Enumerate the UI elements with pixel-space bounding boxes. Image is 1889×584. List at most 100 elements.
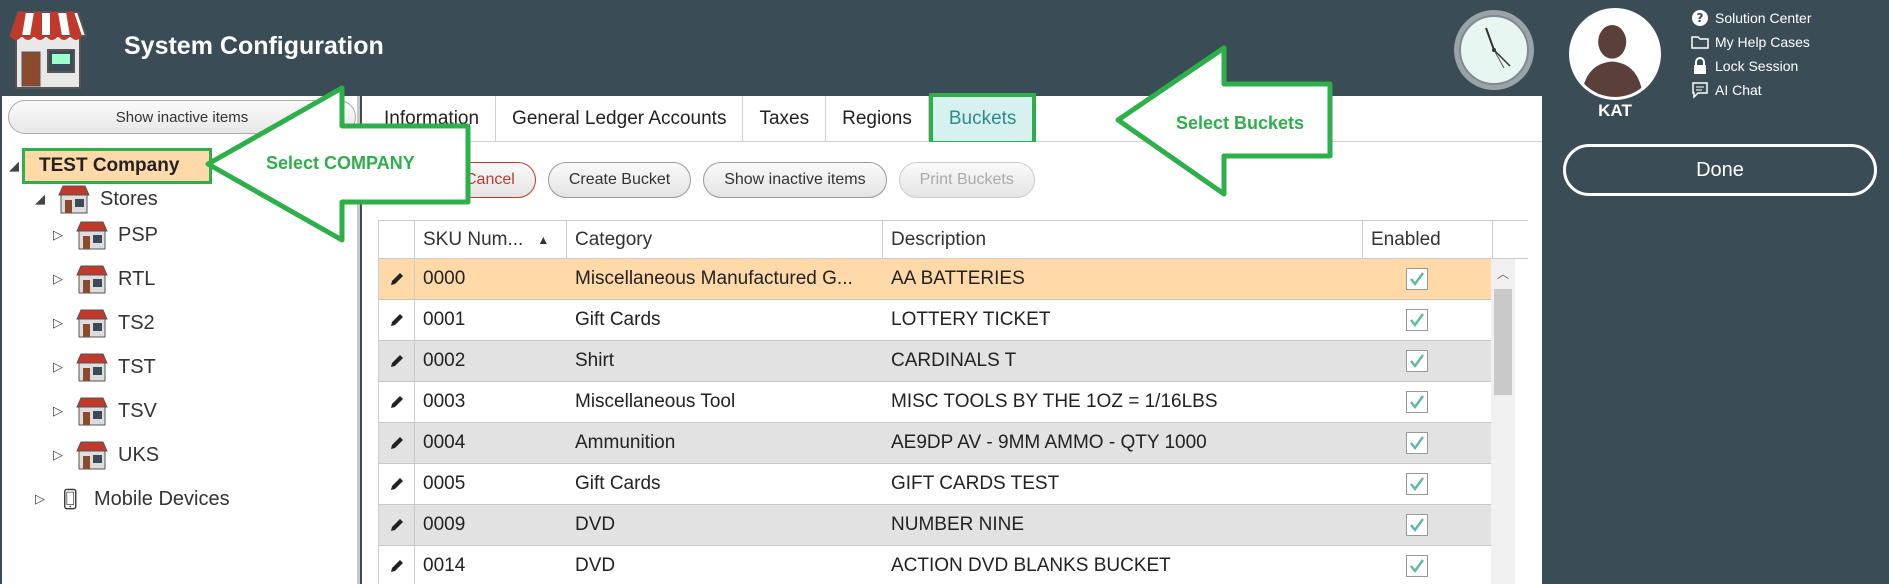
cell-sku: 0014 xyxy=(423,555,466,576)
scroll-thumb[interactable] xyxy=(1494,289,1512,395)
tree-item-company[interactable]: TEST Company xyxy=(22,148,212,184)
table-row[interactable]: 0009 DVD NUMBER NINE xyxy=(379,505,1491,546)
cell-enabled xyxy=(1363,259,1491,299)
table-row[interactable]: 0001 Gift Cards LOTTERY TICKET xyxy=(379,300,1491,341)
tree-item-label: RTL xyxy=(118,267,156,290)
done-button[interactable]: Done xyxy=(1563,144,1877,196)
print-buckets-button[interactable]: Print Buckets xyxy=(898,162,1035,198)
expand-icon[interactable]: ▷ xyxy=(32,491,48,507)
store-icon xyxy=(76,397,108,426)
checkmark-icon xyxy=(1410,436,1425,451)
enabled-checkbox[interactable] xyxy=(1406,391,1428,413)
tab-regions[interactable]: Regions xyxy=(826,96,929,142)
cell-description: AE9DP AV - 9MM AMMO - QTY 1000 xyxy=(891,432,1207,453)
enabled-checkbox[interactable] xyxy=(1406,555,1428,577)
edit-row-button[interactable] xyxy=(379,546,415,584)
show-inactive-items-button[interactable]: Show inactive items xyxy=(703,162,887,198)
table-row[interactable]: 0005 Gift Cards GIFT CARDS TEST xyxy=(379,464,1491,505)
enabled-checkbox[interactable] xyxy=(1406,268,1428,290)
enabled-checkbox[interactable] xyxy=(1406,309,1428,331)
tab-bar: Information General Ledger Accounts Taxe… xyxy=(362,93,1542,145)
avatar[interactable] xyxy=(1569,8,1661,100)
cell-sku: 0003 xyxy=(423,391,466,412)
tab-buckets[interactable]: Buckets xyxy=(928,93,1037,145)
cell-description: CARDINALS T xyxy=(891,350,1017,371)
link-label: Lock Session xyxy=(1715,58,1799,74)
pencil-icon xyxy=(390,478,403,490)
cell-enabled xyxy=(1363,382,1491,422)
link-label: My Help Cases xyxy=(1715,34,1810,50)
enabled-checkbox[interactable] xyxy=(1406,350,1428,372)
select-buckets-annotation: Select Buckets xyxy=(1176,113,1305,133)
pencil-icon xyxy=(390,437,403,449)
edit-row-button[interactable] xyxy=(379,341,415,381)
expand-icon[interactable]: ▷ xyxy=(50,403,66,419)
table-row[interactable]: 0002 Shirt CARDINALS T xyxy=(379,341,1491,382)
expand-icon[interactable]: ▷ xyxy=(50,271,66,287)
tab-general-ledger-accounts[interactable]: General Ledger Accounts xyxy=(496,96,744,142)
store-logo-icon xyxy=(8,11,88,89)
cell-sku: 0000 xyxy=(423,268,466,289)
table-row[interactable]: 0014 DVD ACTION DVD BLANKS BUCKET xyxy=(379,546,1491,584)
cell-category: Miscellaneous Manufactured G... xyxy=(575,268,853,289)
tab-taxes[interactable]: Taxes xyxy=(743,96,827,142)
cell-enabled xyxy=(1363,300,1491,340)
tree-item-store[interactable]: ▷ PSP xyxy=(50,216,158,254)
tree-item-store[interactable]: ▷ RTL xyxy=(50,260,155,298)
create-bucket-button[interactable]: Create Bucket xyxy=(547,162,692,198)
buckets-panel: Cancel Create Bucket Show inactive items… xyxy=(362,142,1542,584)
scroll-up-icon[interactable]: ︿ xyxy=(1497,265,1509,282)
table-row[interactable]: 0003 Miscellaneous Tool MISC TOOLS BY THE … xyxy=(379,382,1491,423)
tree-item-mobile-devices[interactable]: ▷ Mobile Devices xyxy=(32,480,230,518)
tree-item-store[interactable]: ▷ UKS xyxy=(50,436,159,474)
table-row[interactable]: 0004 Ammunition AE9DP AV - 9MM AMMO - QTY … xyxy=(379,423,1491,464)
ai-chat-link[interactable]: AI Chat xyxy=(1691,78,1812,102)
sort-ascending-icon: ▲ xyxy=(537,233,550,247)
question-icon: ? xyxy=(1692,10,1708,26)
clock-icon xyxy=(1454,10,1534,90)
cell-enabled xyxy=(1363,505,1491,545)
cell-sku: 0001 xyxy=(423,309,466,330)
column-header-category[interactable]: Category xyxy=(567,221,883,259)
tree-item-label: TSV xyxy=(118,399,157,422)
checkmark-icon xyxy=(1410,313,1425,328)
checkmark-icon xyxy=(1410,395,1425,410)
table-row[interactable]: 0000 Miscellaneous Manufactured G... AA BA… xyxy=(379,259,1491,300)
expand-icon[interactable]: ▷ xyxy=(50,315,66,331)
enabled-checkbox[interactable] xyxy=(1406,514,1428,536)
expand-icon[interactable]: ▷ xyxy=(50,359,66,375)
edit-row-button[interactable] xyxy=(379,505,415,545)
tree-item-label: Mobile Devices xyxy=(94,487,230,510)
my-help-cases-link[interactable]: My Help Cases xyxy=(1691,30,1812,54)
tree-item-label: PSP xyxy=(118,223,159,246)
edit-row-button[interactable] xyxy=(379,423,415,463)
solution-center-link[interactable]: ? Solution Center xyxy=(1691,6,1812,30)
tree-item-stores[interactable]: ◢ Stores xyxy=(32,180,158,218)
enabled-checkbox[interactable] xyxy=(1406,473,1428,495)
lock-session-link[interactable]: Lock Session xyxy=(1691,54,1812,78)
tree-item-store[interactable]: ▷ TSV xyxy=(50,392,157,430)
expand-icon[interactable]: ▷ xyxy=(50,447,66,463)
tree-item-store[interactable]: ▷ TST xyxy=(50,348,156,386)
edit-row-button[interactable] xyxy=(379,300,415,340)
username-label: KAT xyxy=(1598,101,1632,120)
edit-row-button[interactable] xyxy=(379,464,415,504)
mobile-device-icon xyxy=(64,488,77,510)
edit-row-button[interactable] xyxy=(379,382,415,422)
tree-item-label: TS2 xyxy=(118,311,155,334)
tree-item-label: TST xyxy=(118,355,156,378)
cell-enabled xyxy=(1363,546,1491,584)
collapse-icon[interactable]: ◢ xyxy=(32,191,48,207)
column-header-enabled[interactable]: Enabled xyxy=(1363,221,1493,259)
enabled-checkbox[interactable] xyxy=(1406,432,1428,454)
collapse-icon[interactable]: ◢ xyxy=(6,158,22,174)
edit-row-button[interactable] xyxy=(379,259,415,299)
tree-item-label: Stores xyxy=(100,187,158,210)
expand-icon[interactable]: ▷ xyxy=(50,227,66,243)
lock-icon xyxy=(1694,57,1706,74)
tree-item-store[interactable]: ▷ TS2 xyxy=(50,304,155,342)
checkmark-icon xyxy=(1410,354,1425,369)
column-header-description[interactable]: Description xyxy=(883,221,1363,259)
store-icon xyxy=(76,353,108,382)
vertical-scrollbar[interactable]: ︿ xyxy=(1491,259,1515,584)
